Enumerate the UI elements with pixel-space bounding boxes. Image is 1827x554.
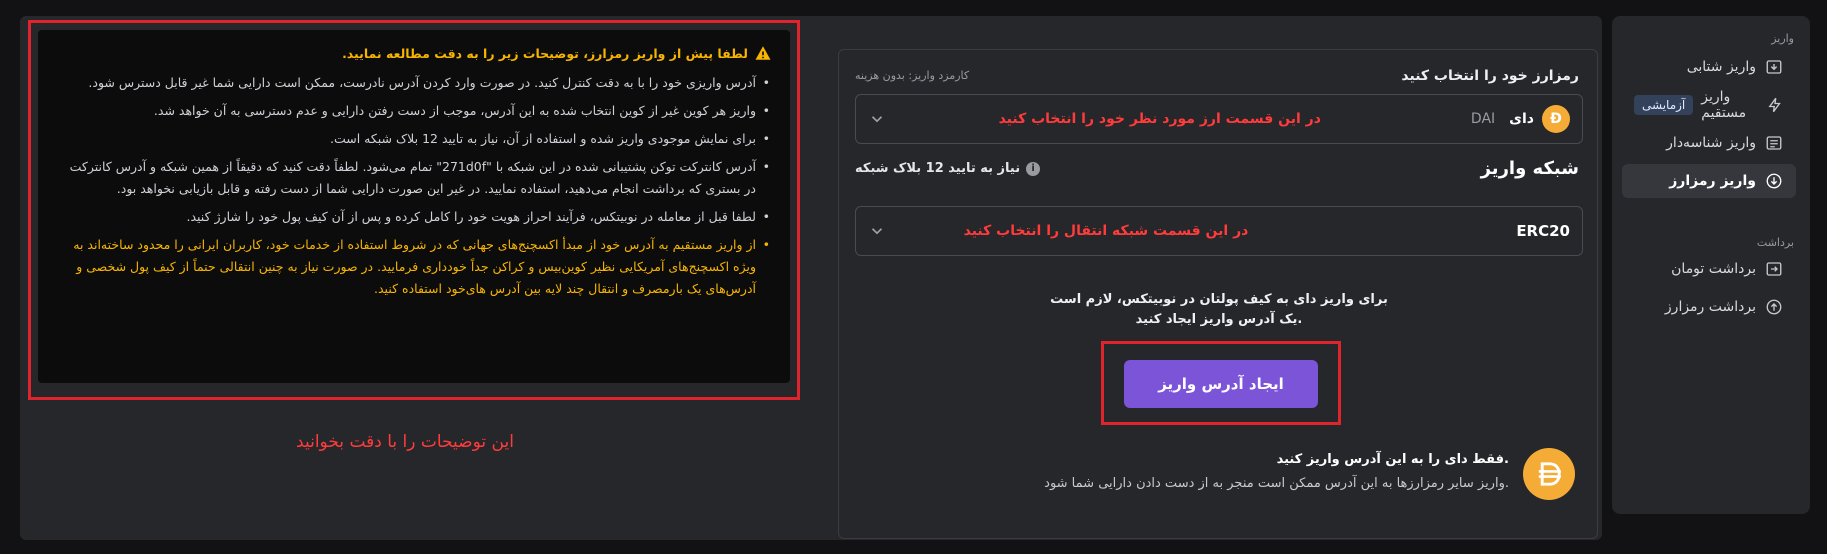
- list-item: لطفا قبل از معامله در نوبیتکس، فرآیند اح…: [56, 206, 772, 228]
- read-carefully-hint: این توضیحات را با دقت بخوانید: [296, 432, 514, 452]
- upload-box-icon: [1764, 259, 1784, 279]
- warning-box: لطفا پیش از واریز رمزارز، توضیحات زیر را…: [38, 30, 790, 383]
- sidebar-item-label: واریز رمزارز: [1669, 173, 1756, 189]
- sidebar-item-label: واریز شناسه‌دار: [1666, 135, 1756, 151]
- coin-name: دای: [1509, 111, 1534, 127]
- coin-select-hint: در این قسمت ارز مورد نظر خود را انتخاب ک…: [998, 111, 1321, 127]
- sidebar-item-label: واریز مستقیم: [1701, 89, 1747, 121]
- create-address-button[interactable]: ایجاد آدرس واریز: [1124, 360, 1318, 408]
- network-title: شبکه واریز: [1480, 158, 1579, 179]
- warning-title: لطفا پیش از واریز رمزارز، توضیحات زیر را…: [56, 44, 772, 62]
- download-box-icon: [1764, 57, 1784, 77]
- sidebar-item-toman-withdraw[interactable]: برداشت تومان: [1622, 252, 1796, 286]
- list-item: از واریز مستقیم به آدرس خود از مبدأ اکسچ…: [56, 234, 772, 300]
- arrow-down-circle-icon: [1764, 171, 1784, 191]
- arrow-up-circle-icon: [1764, 297, 1784, 317]
- only-dai-description: واریز سایر رمزارزها به این آدرس ممکن است…: [1044, 476, 1509, 491]
- sidebar-item-crypto-deposit[interactable]: واریز رمزارز: [1622, 164, 1796, 198]
- coin-select[interactable]: Đ دای DAI در این قسمت ارز مورد نظر خود ر…: [855, 94, 1583, 144]
- sidebar-item-label: برداشت رمزارز: [1664, 299, 1756, 315]
- network-select[interactable]: ERC20 در این قسمت شبکه انتقال را انتخاب …: [855, 206, 1583, 256]
- create-address-description: برای واریز دای به کیف پولتان در نوبیتکس،…: [1039, 290, 1399, 330]
- sidebar-item-id-deposit[interactable]: واریز شناسه‌دار: [1622, 126, 1796, 160]
- deposit-card: رمزارز خود را انتخاب کنید کارمزد واریز: …: [838, 49, 1598, 539]
- list-item: برای نمایش موجودی واریز شده و استفاده از…: [56, 128, 772, 150]
- sidebar: واریز واریز شتابی واریز مستقیم آزمایشی و…: [1612, 16, 1810, 514]
- sidebar-item-direct-deposit[interactable]: واریز مستقیم آزمایشی: [1622, 88, 1796, 122]
- confirmation-note: نیاز به تایید 12 بلاک شبکه i: [855, 161, 1041, 176]
- warning-list: آدرس واریزی خود را با به دقت کنترل کنید.…: [56, 72, 772, 300]
- list-item: آدرس واریزی خود را با به دقت کنترل کنید.…: [56, 72, 772, 94]
- dai-coin-icon: Đ: [1542, 105, 1570, 133]
- sidebar-item-label: برداشت تومان: [1671, 261, 1756, 277]
- beta-badge: آزمایشی: [1634, 95, 1694, 115]
- sidebar-item-label: واریز شتابی: [1686, 59, 1756, 75]
- warning-title-text: لطفا پیش از واریز رمزارز، توضیحات زیر را…: [342, 45, 748, 61]
- lightning-icon: [1766, 95, 1784, 115]
- coin-symbol: DAI: [1470, 111, 1496, 127]
- network-select-hint: در این قسمت شبکه انتقال را انتخاب کنید: [963, 223, 1249, 239]
- create-address-line-2: یک آدرس واریز ایجاد کنید.: [1135, 312, 1303, 327]
- dai-coin-icon: [1523, 448, 1575, 500]
- info-icon[interactable]: i: [1026, 161, 1041, 176]
- warning-icon: [755, 46, 771, 60]
- network-value: ERC20: [1516, 222, 1570, 240]
- bank-icon: [1764, 133, 1784, 153]
- list-item: واریز هر کوین غیر از کوین انتخاب شده به …: [56, 100, 772, 122]
- select-coin-label: رمزارز خود را انتخاب کنید: [1401, 68, 1579, 84]
- withdraw-section-label: برداشت: [1756, 236, 1794, 249]
- sidebar-item-crypto-withdraw[interactable]: برداشت رمزارز: [1622, 290, 1796, 324]
- deposit-section-label: واریز: [1771, 32, 1794, 45]
- chevron-down-icon: [871, 116, 883, 123]
- create-address-line-1: برای واریز دای به کیف پولتان در نوبیتکس،…: [1050, 292, 1388, 307]
- only-dai-title: فقط دای را به این آدرس واریز کنید.: [1276, 452, 1509, 467]
- chevron-down-icon: [871, 228, 883, 235]
- sidebar-item-fast-deposit[interactable]: واریز شتابی: [1622, 50, 1796, 84]
- list-item: آدرس کانترکت توکن پشتیبانی شده در این شب…: [56, 156, 772, 200]
- confirmation-note-text: نیاز به تایید 12 بلاک شبکه: [855, 161, 1021, 176]
- deposit-fee-label: کارمزد واریز: بدون هزینه: [855, 69, 970, 82]
